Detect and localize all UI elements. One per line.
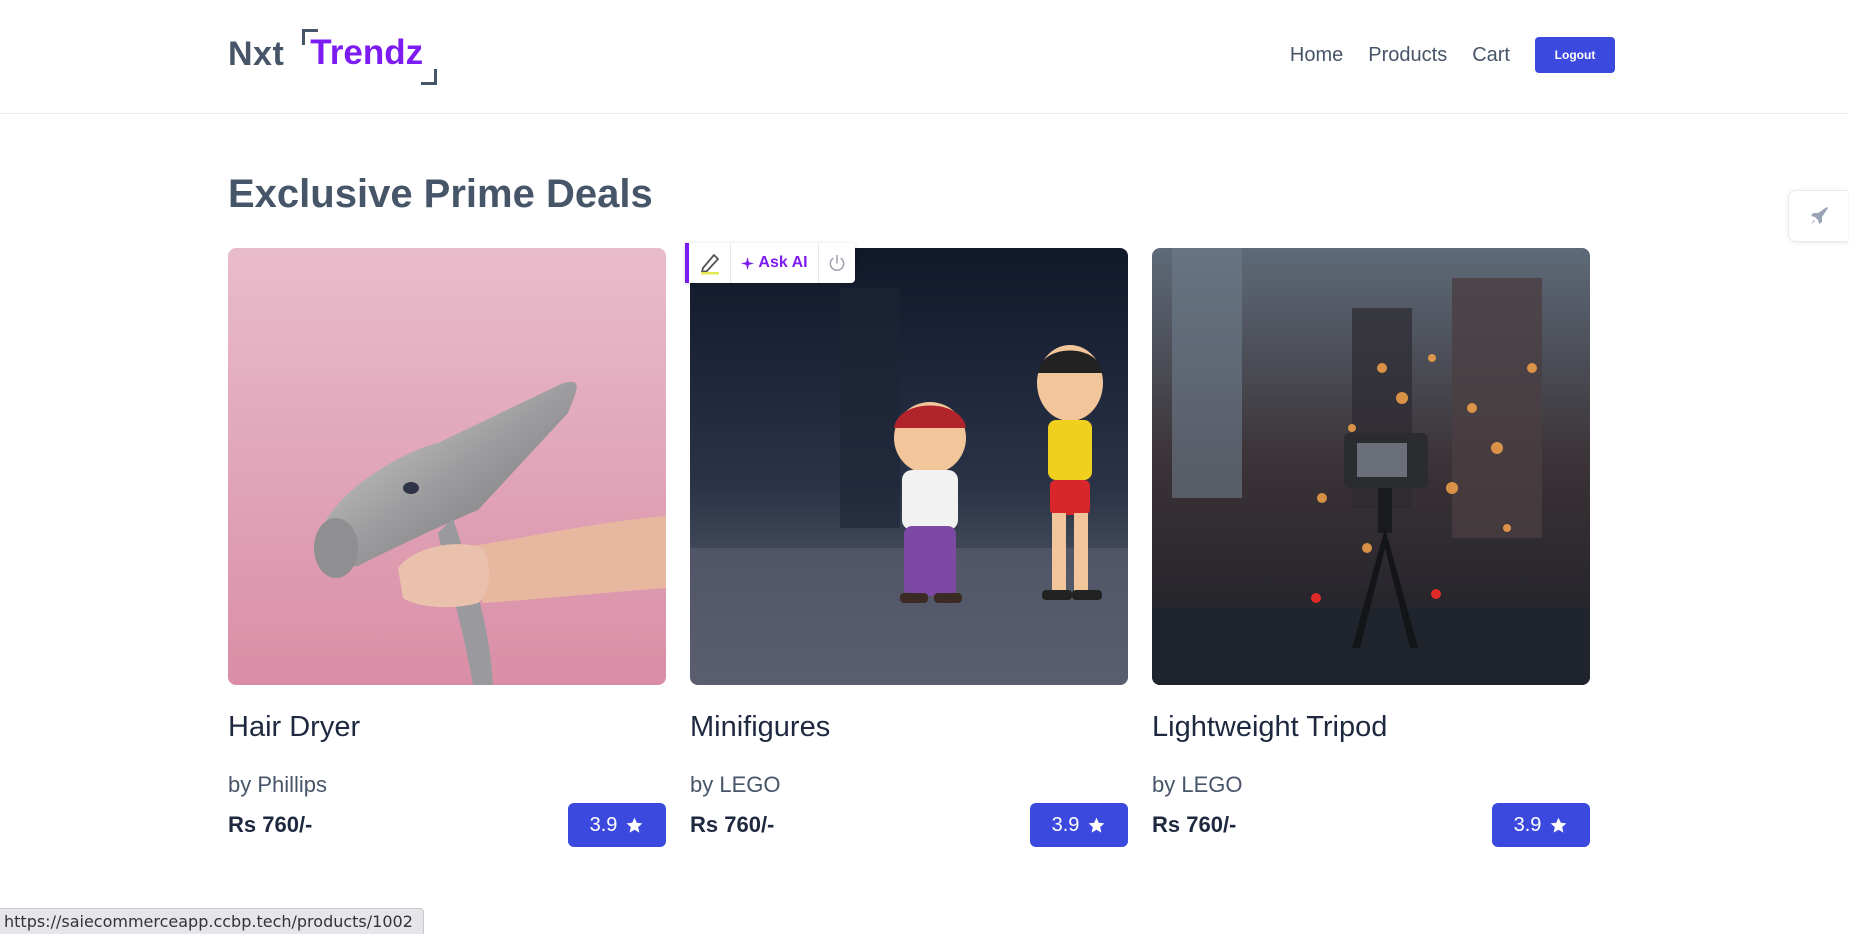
product-title: Lightweight Tripod <box>1152 711 1388 743</box>
logo-trendz-frame: Trendz <box>302 29 438 85</box>
nav-link-cart[interactable]: Cart <box>1472 44 1510 67</box>
logout-button[interactable]: Logout <box>1535 37 1615 73</box>
product-brand: by LEGO <box>1152 772 1243 797</box>
product-image-hair-dryer[interactable] <box>228 248 666 685</box>
nav-menu: Home Products Cart Logout <box>1290 37 1615 73</box>
top-navbar: Nxt Trendz Home Products Cart Logout <box>0 0 1849 114</box>
logo-text-trendz: Trendz <box>310 33 424 72</box>
link-status-bar: https://saiecommerceapp.ccbp.tech/produc… <box>0 908 424 934</box>
product-footer: Rs 760/- 3.9 <box>1152 803 1590 847</box>
ask-ai-button[interactable]: Ask AI <box>731 243 819 283</box>
product-footer: Rs 760/- 3.9 <box>690 803 1128 847</box>
product-brand: by LEGO <box>690 772 781 797</box>
power-button[interactable] <box>819 243 855 283</box>
rating-badge: 3.9 <box>568 803 666 847</box>
logo-corner-bottom-right <box>421 69 438 85</box>
nav-link-products[interactable]: Products <box>1368 44 1447 67</box>
product-image-lightweight-tripod[interactable] <box>1152 248 1590 685</box>
site-logo[interactable]: Nxt Trendz <box>228 28 438 85</box>
rating-value: 3.9 <box>1051 813 1080 836</box>
product-brand: by Phillips <box>228 772 328 797</box>
rating-badge: 3.9 <box>1030 803 1128 847</box>
ask-ai-label: Ask AI <box>758 254 808 271</box>
rocket-icon <box>1810 207 1828 224</box>
product-card-hair-dryer[interactable]: Hair Dryer by Phillips Rs 760/- 3.9 <box>228 248 666 847</box>
power-icon <box>829 254 845 272</box>
product-footer: Rs 760/- 3.9 <box>228 803 666 847</box>
rating-value: 3.9 <box>1513 813 1542 836</box>
product-title: Minifigures <box>690 711 831 743</box>
product-price: Rs 760/- <box>690 812 775 837</box>
star-icon <box>625 816 644 835</box>
sparkle-icon <box>741 256 755 270</box>
product-card-minifigures[interactable]: Minifigures by LEGO Rs 760/- 3.9 <box>690 248 1128 847</box>
product-price: Rs 760/- <box>1152 812 1237 837</box>
product-title: Hair Dryer <box>228 711 361 743</box>
logo-text-nxt: Nxt <box>228 34 285 73</box>
nav-link-home[interactable]: Home <box>1290 44 1343 67</box>
highlighter-button[interactable] <box>689 243 731 283</box>
ask-ai-toolbar: Ask AI <box>685 243 855 283</box>
product-image-minifigures[interactable] <box>690 248 1128 685</box>
star-icon <box>1549 816 1568 835</box>
page-title: Exclusive Prime Deals <box>228 172 653 216</box>
rating-value: 3.9 <box>589 813 618 836</box>
pencil-icon <box>700 254 719 275</box>
logo-corner-top-left <box>302 29 319 45</box>
rating-badge: 3.9 <box>1492 803 1590 847</box>
product-price: Rs 760/- <box>228 812 313 837</box>
star-icon <box>1087 816 1106 835</box>
rocket-widget-button[interactable] <box>1788 190 1848 242</box>
product-card-lightweight-tripod[interactable]: Lightweight Tripod by LEGO Rs 760/- 3.9 <box>1152 248 1590 847</box>
